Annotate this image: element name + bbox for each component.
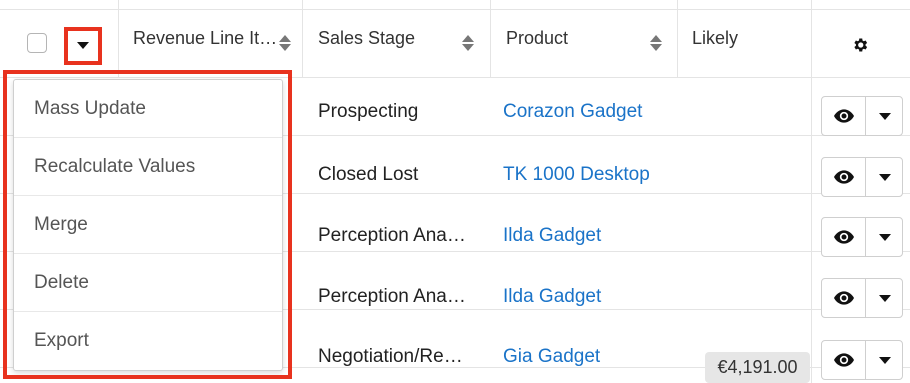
likely-amount-badge: €4,191.00: [705, 352, 810, 383]
product-link[interactable]: Corazon Gadget: [503, 101, 642, 123]
mass-actions-caret-icon[interactable]: [77, 42, 89, 49]
column-divider: [118, 0, 119, 77]
sales-stage-cell: Closed Lost: [318, 164, 419, 185]
column-header-sales-stage[interactable]: Sales Stage: [318, 0, 415, 77]
column-header-product[interactable]: Product: [506, 0, 568, 77]
product-link[interactable]: TK 1000 Desktop: [503, 164, 650, 186]
column-header-label: Likely: [692, 28, 739, 48]
gear-icon[interactable]: [851, 36, 869, 54]
product-link[interactable]: Gia Gadget: [503, 346, 600, 368]
row-actions-button-group[interactable]: [821, 278, 903, 318]
row-actions-button-group[interactable]: [821, 340, 903, 380]
eye-icon[interactable]: [834, 352, 854, 368]
column-divider: [811, 0, 812, 383]
column-header-label: Revenue Line It…: [133, 28, 278, 48]
row-actions-button-group[interactable]: [821, 217, 903, 257]
column-divider: [677, 0, 678, 77]
product-link[interactable]: Ilda Gadget: [503, 225, 601, 247]
sales-stage-cell: Prospecting: [318, 101, 419, 122]
sort-icon[interactable]: [462, 35, 474, 51]
eye-icon[interactable]: [834, 290, 854, 306]
caret-down-icon[interactable]: [879, 234, 891, 241]
eye-icon[interactable]: [834, 108, 854, 124]
column-header-label: Product: [506, 28, 569, 48]
column-header-revenue-line-item[interactable]: Revenue Line It…: [133, 0, 277, 77]
column-divider: [490, 0, 491, 77]
caret-down-icon[interactable]: [879, 357, 891, 364]
eye-icon[interactable]: [834, 229, 854, 245]
sort-icon[interactable]: [279, 35, 291, 51]
caret-down-icon[interactable]: [879, 113, 891, 120]
select-all-checkbox[interactable]: [27, 33, 47, 53]
caret-down-icon[interactable]: [879, 174, 891, 181]
list-view-table: Revenue Line It… Sales Stage Product Lik…: [0, 0, 910, 383]
sales-stage-cell: Perception Ana…: [318, 286, 466, 307]
sort-icon[interactable]: [650, 35, 662, 51]
sales-stage-cell: Negotiation/Re…: [318, 346, 463, 367]
column-divider: [302, 0, 303, 77]
row-actions-button-group[interactable]: [821, 96, 903, 136]
caret-down-icon[interactable]: [879, 295, 891, 302]
sales-stage-cell: Perception Ana…: [318, 225, 466, 246]
eye-icon[interactable]: [834, 169, 854, 185]
column-header-label: Sales Stage: [318, 28, 416, 48]
product-link[interactable]: Ilda Gadget: [503, 286, 601, 308]
column-header-likely[interactable]: Likely: [692, 0, 738, 77]
row-actions-button-group[interactable]: [821, 157, 903, 197]
menu-highlight-outline: [3, 70, 292, 379]
